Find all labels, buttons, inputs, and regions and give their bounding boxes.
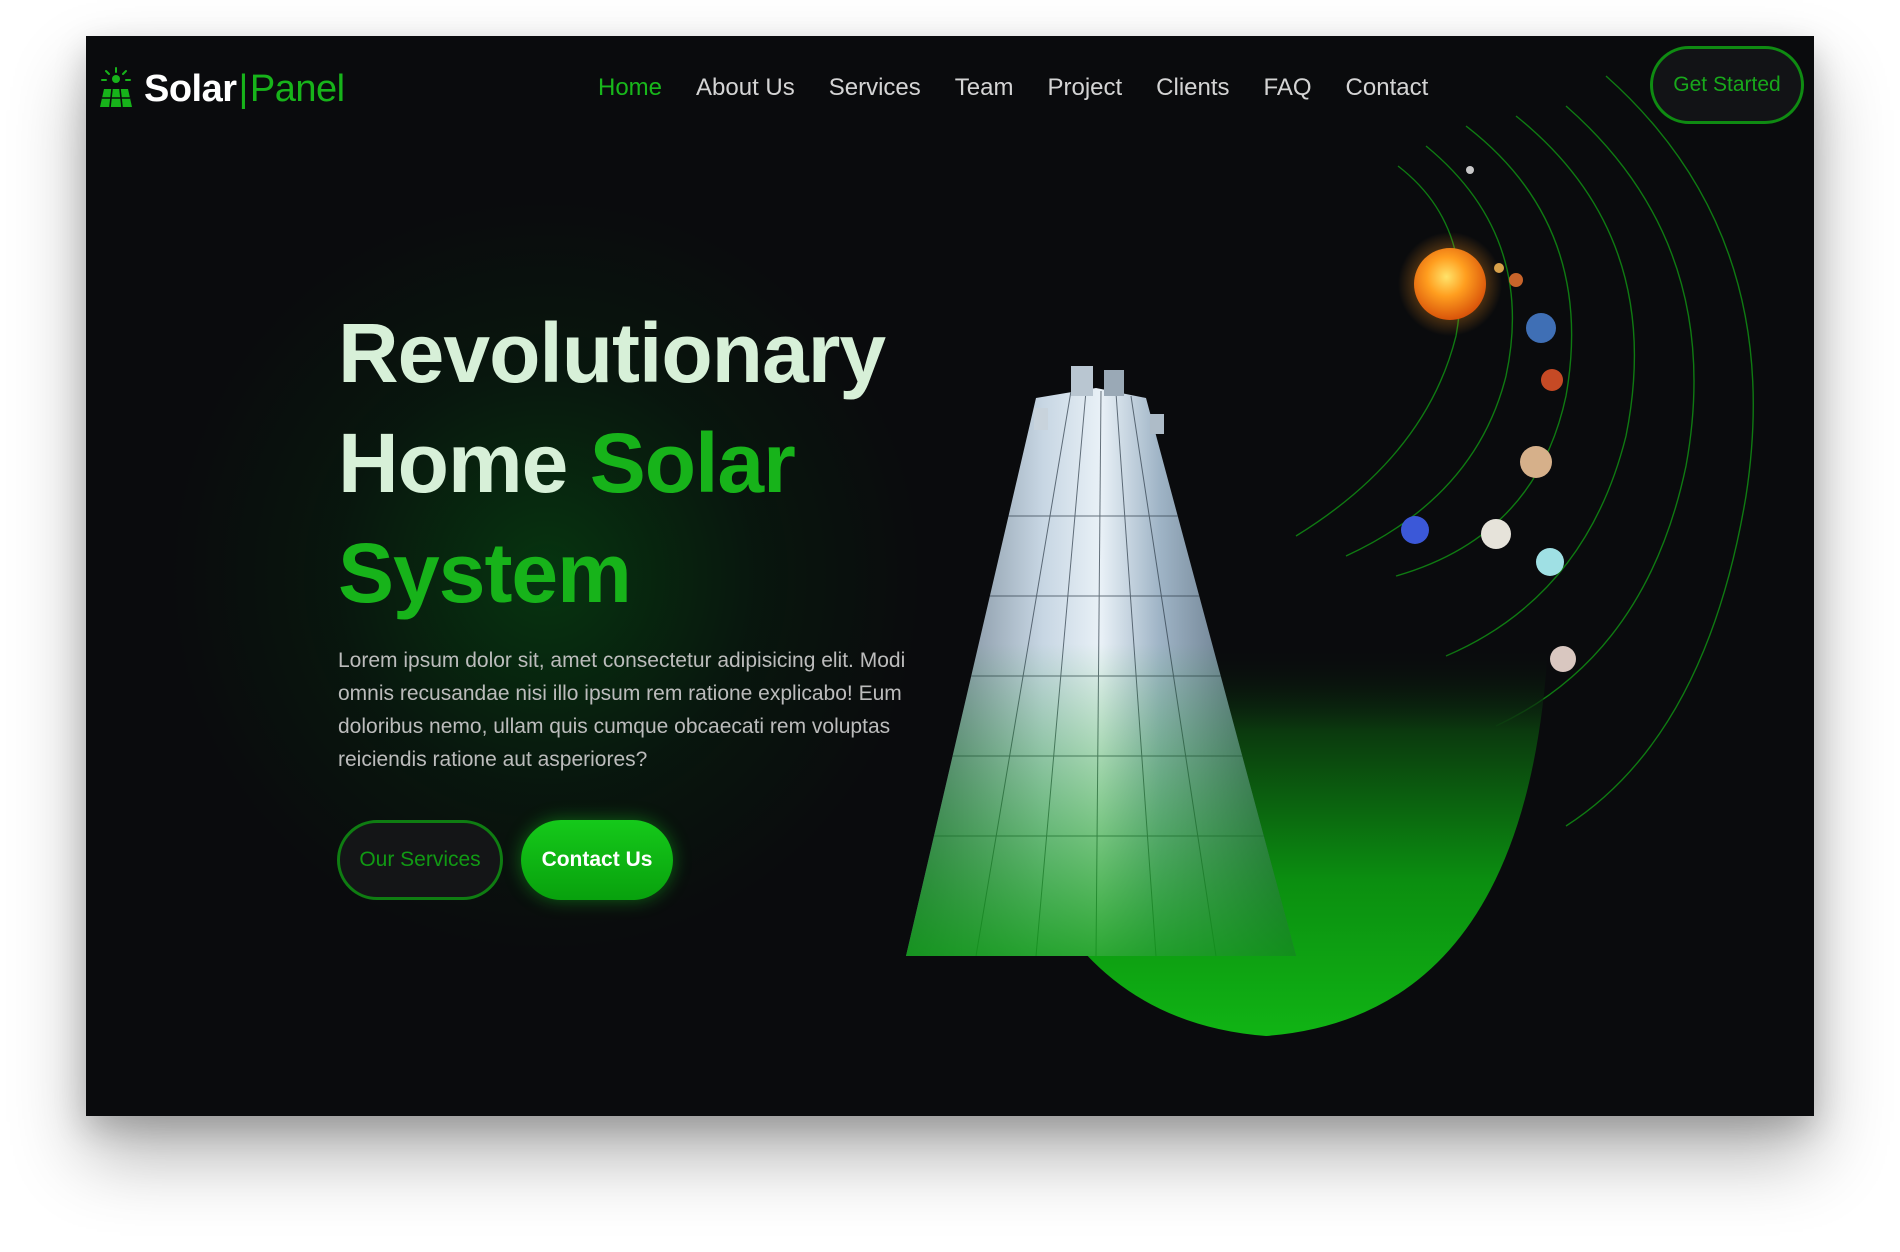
hero-title-line-3: System <box>338 526 632 620</box>
planet-jupiter-icon <box>1520 446 1552 478</box>
planet-venus-icon <box>1509 273 1523 287</box>
planet-small-icon <box>1494 263 1504 273</box>
hero-title: Revolutionary Home Solar System <box>338 298 886 628</box>
planet-earth-icon <box>1526 313 1556 343</box>
contact-us-button[interactable]: Contact Us <box>521 820 673 900</box>
hero-title-solar: Solar <box>589 416 796 510</box>
planet-mercury-icon <box>1466 166 1474 174</box>
planet-saturn-icon <box>1481 519 1511 549</box>
hero-title-line-1: Revolutionary <box>338 306 886 400</box>
planet-pluto-icon <box>1550 646 1576 672</box>
planet-mars-icon <box>1541 369 1563 391</box>
our-services-button[interactable]: Our Services <box>337 820 503 900</box>
hero-title-home: Home <box>338 416 568 510</box>
planet-uranus-icon <box>1536 548 1564 576</box>
landing-page: Solar|Panel Home About Us Services Team … <box>86 36 1814 1116</box>
sun-icon <box>1414 248 1486 320</box>
planet-neptune-icon <box>1401 516 1429 544</box>
hero-description: Lorem ipsum dolor sit, amet consectetur … <box>338 649 906 771</box>
hero-title-line-2: Home Solar <box>338 408 885 518</box>
